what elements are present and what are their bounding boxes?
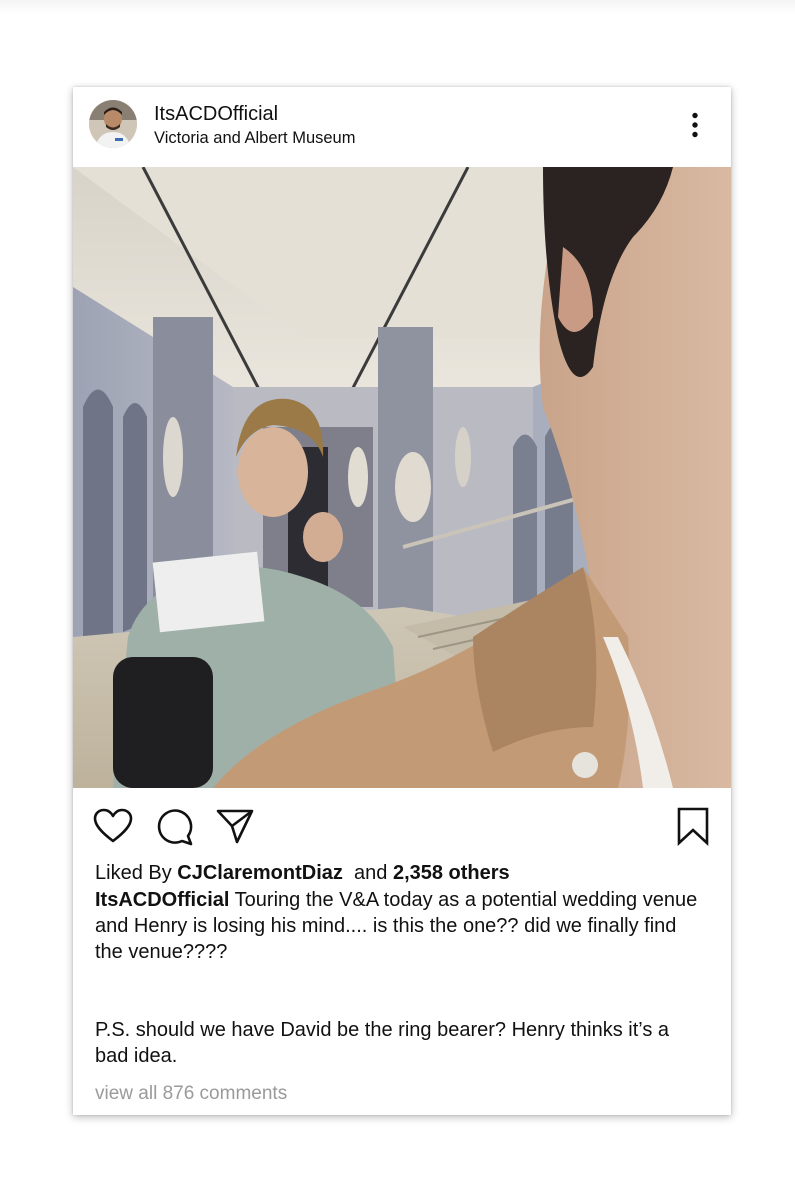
bookmark-icon (677, 807, 709, 846)
paper-plane-icon (216, 809, 254, 844)
save-button[interactable] (673, 806, 713, 846)
post-caption: ItsACDOfficial Touring the V&A today as … (95, 887, 705, 965)
likes-summary: Liked By CJClaremontDiaz and 2,358 other… (95, 860, 510, 886)
liked-by-user[interactable]: CJClaremontDiaz (177, 862, 343, 884)
heart-icon (93, 808, 133, 843)
instagram-post-card: ItsACDOfficial Victoria and Albert Museu… (73, 87, 731, 1115)
more-vertical-icon (692, 112, 698, 138)
view-all-comments-link[interactable]: view all 876 comments (95, 1082, 287, 1106)
post-caption-ps: P.S. should we have David be the ring be… (95, 1019, 670, 1067)
post-location[interactable]: Victoria and Albert Museum (154, 128, 355, 148)
share-button[interactable] (215, 806, 255, 846)
post-header: ItsACDOfficial Victoria and Albert Museu… (73, 87, 731, 167)
comment-button[interactable] (155, 806, 195, 846)
liked-by-prefix: Liked By (95, 862, 172, 884)
like-button[interactable] (93, 806, 133, 846)
page-top-shade (0, 0, 795, 14)
liked-by-count[interactable]: 2,358 others (393, 862, 510, 884)
liked-by-and: and (354, 862, 388, 884)
caption-username[interactable]: ItsACDOfficial (95, 889, 229, 911)
post-actions (73, 788, 731, 858)
avatar[interactable] (89, 100, 137, 148)
post-photo[interactable] (73, 167, 731, 788)
comment-bubble-icon (157, 809, 193, 846)
more-options-button[interactable] (681, 108, 709, 142)
post-username[interactable]: ItsACDOfficial (154, 102, 278, 126)
